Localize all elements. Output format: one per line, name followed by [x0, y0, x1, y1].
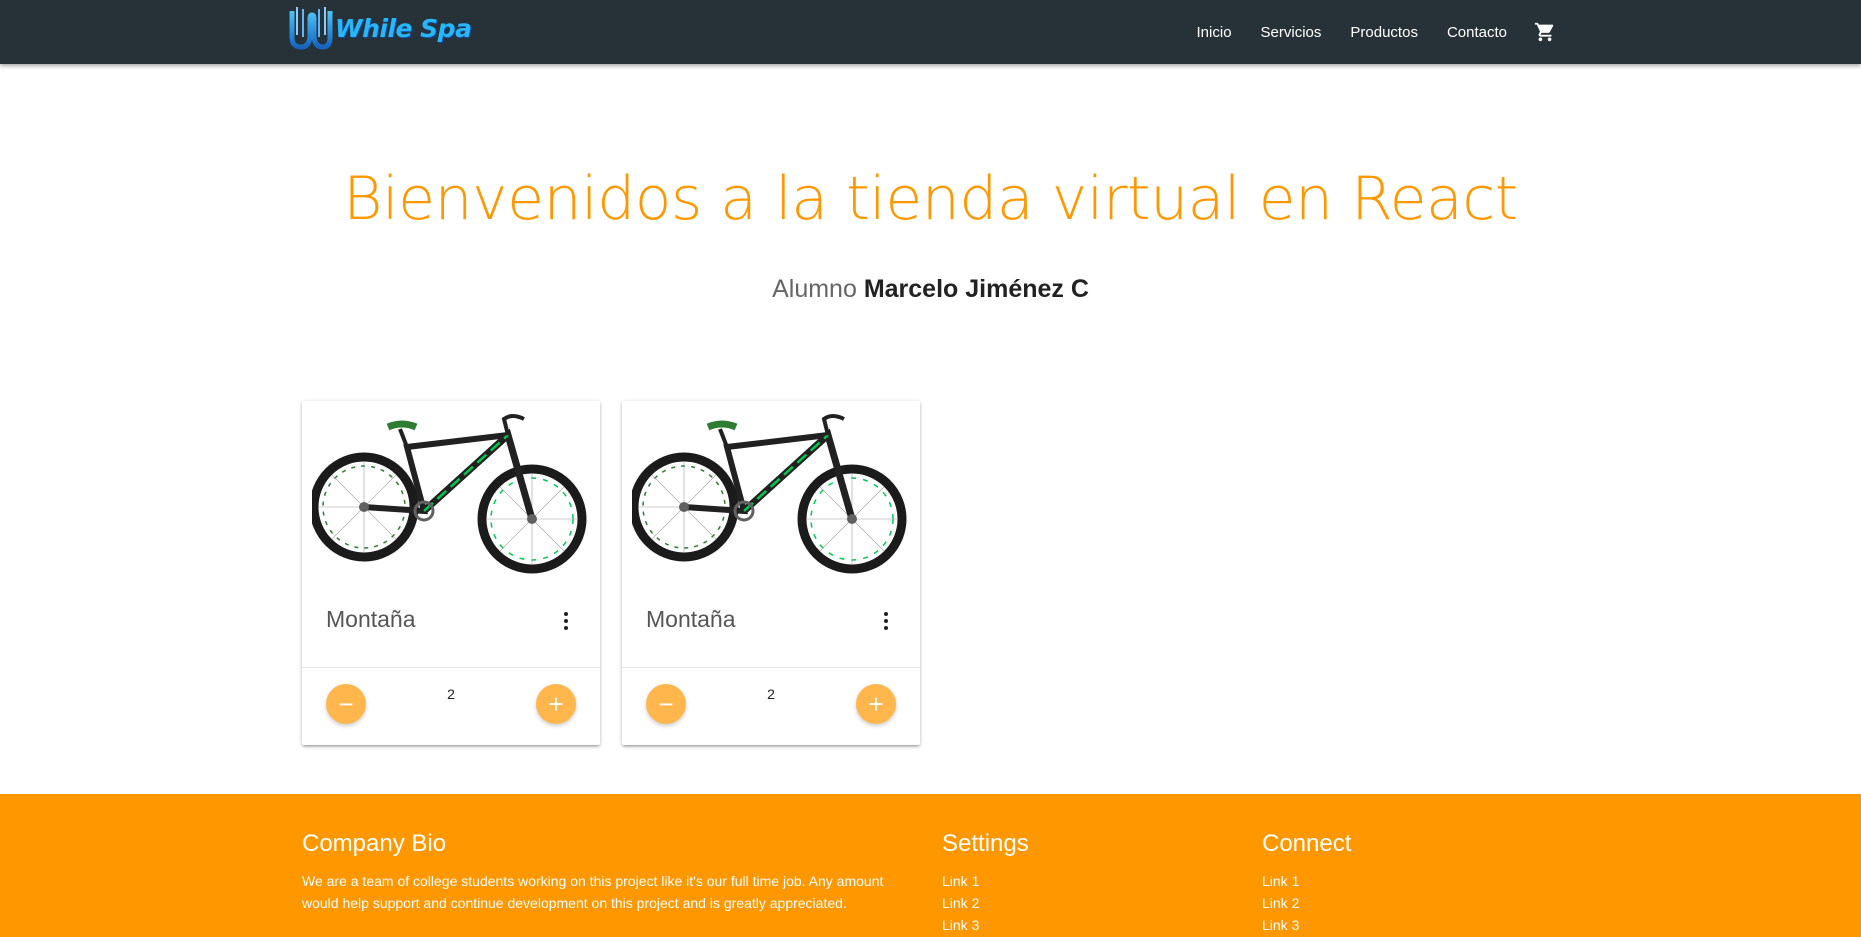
nav-link-servicios[interactable]: Servicios — [1261, 24, 1322, 41]
footer-settings-link-1[interactable]: Link 1 — [942, 870, 1029, 892]
mountain-bike-image[interactable] — [632, 407, 910, 575]
navbar: While Spa Inicio Servicios Productos Con… — [0, 0, 1861, 64]
brand-logo[interactable]: While Spa — [289, 4, 472, 52]
footer-settings-link-3[interactable]: Link 3 — [942, 914, 1029, 936]
mountain-bike-image[interactable] — [312, 407, 590, 575]
footer-bio-text: We are a team of college students workin… — [302, 873, 884, 911]
product-title: Montaña — [646, 606, 736, 632]
increase-quantity-button[interactable]: + — [856, 684, 896, 724]
plus-icon: + — [548, 689, 564, 719]
more-vert-icon[interactable] — [882, 611, 890, 631]
product-title: Montaña — [326, 606, 416, 632]
logo-text: While Spa — [335, 13, 472, 43]
nav-link-inicio[interactable]: Inicio — [1197, 24, 1232, 41]
hero-title: Bienvenidos a la tienda virtual en React — [343, 164, 1518, 234]
product-card: Montaña − 2 + — [622, 401, 920, 745]
plus-icon: + — [868, 689, 884, 719]
card-content: Montaña — [302, 575, 600, 667]
card-action: − 2 + — [302, 667, 600, 745]
footer-connect: Connect Link 1 Link 2 Link 3 — [1262, 830, 1351, 936]
product-card: Montaña − 2 + — [302, 401, 600, 745]
student-name: Marcelo Jiménez C — [863, 275, 1089, 303]
footer-settings-title: Settings — [942, 830, 1029, 857]
shopping-cart-icon[interactable] — [1534, 21, 1556, 43]
footer-connect-link-1[interactable]: Link 1 — [1262, 870, 1351, 892]
footer-connect-link-2[interactable]: Link 2 — [1262, 892, 1351, 914]
footer-bio: Company Bio We are a team of college stu… — [302, 830, 902, 914]
nav-link-productos[interactable]: Productos — [1350, 24, 1418, 41]
nav-link-contacto[interactable]: Contacto — [1447, 24, 1507, 41]
nav-links: Inicio Servicios Productos Contacto — [1168, 0, 1556, 64]
logo-w-icon — [289, 7, 333, 50]
footer-connect-link-3[interactable]: Link 3 — [1262, 914, 1351, 936]
hero-subtitle: Alumno Marcelo Jiménez C — [0, 275, 1861, 304]
card-action: − 2 + — [622, 667, 920, 745]
footer: Company Bio We are a team of college stu… — [0, 794, 1861, 937]
subtitle-prefix: Alumno — [772, 275, 857, 303]
card-content: Montaña — [622, 575, 920, 667]
footer-connect-title: Connect — [1262, 830, 1352, 857]
footer-bio-title: Company Bio — [302, 830, 447, 857]
footer-settings-link-2[interactable]: Link 2 — [942, 892, 1029, 914]
more-vert-icon[interactable] — [562, 611, 570, 631]
increase-quantity-button[interactable]: + — [536, 684, 576, 724]
footer-settings: Settings Link 1 Link 2 Link 3 — [942, 830, 1029, 936]
